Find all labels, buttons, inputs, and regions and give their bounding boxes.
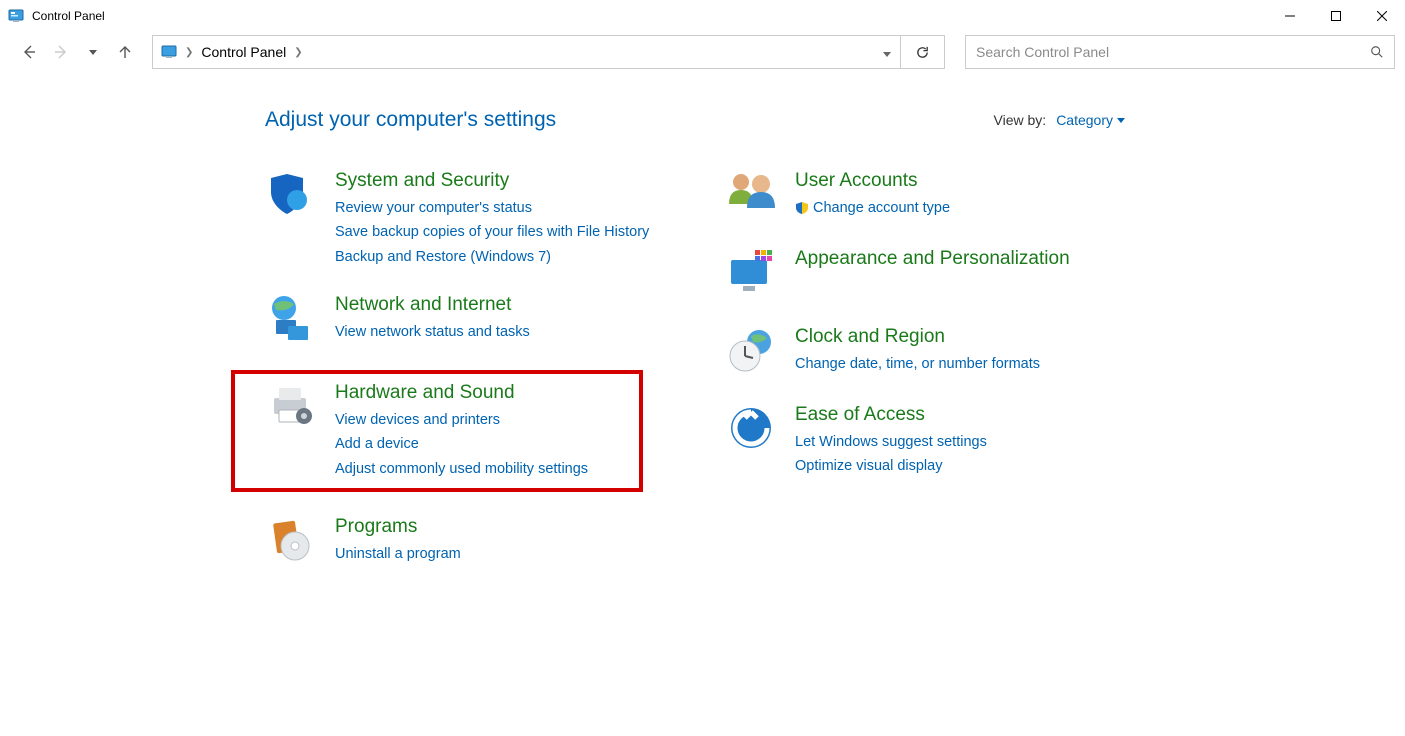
view-by-label: View by:	[994, 112, 1047, 128]
category-user-accounts: User Accounts Change account type	[725, 168, 1125, 224]
category-appearance-and-personalization: Appearance and Personalization	[725, 246, 1125, 302]
view-by-dropdown[interactable]: Category	[1056, 112, 1125, 128]
category-title[interactable]: Hardware and Sound	[335, 382, 588, 405]
content-area: Adjust your computer's settings View by:…	[0, 72, 1405, 570]
category-link[interactable]: Backup and Restore (Windows 7)	[335, 246, 649, 268]
clock-globe-icon[interactable]	[725, 326, 777, 378]
page-heading: Adjust your computer's settings	[265, 108, 556, 132]
category-clock-and-region: Clock and Region Change date, time, or n…	[725, 324, 1125, 380]
back-button[interactable]	[20, 43, 38, 61]
breadcrumb-separator[interactable]: ❯	[294, 47, 302, 58]
category-network-and-internet: Network and Internet View network status…	[265, 292, 665, 348]
category-link[interactable]: Optimize visual display	[795, 455, 987, 477]
up-button[interactable]	[116, 43, 134, 61]
category-link[interactable]: View network status and tasks	[335, 321, 530, 343]
search-box[interactable]	[965, 35, 1395, 69]
category-title[interactable]: Programs	[335, 516, 461, 539]
category-title[interactable]: Network and Internet	[335, 294, 530, 317]
category-hardware-and-sound: Hardware and Sound View devices and prin…	[231, 370, 643, 492]
nav-row: ❯ Control Panel ❯	[0, 32, 1405, 72]
users-icon[interactable]	[725, 170, 777, 222]
ease-of-access-icon[interactable]	[725, 404, 777, 456]
breadcrumb-separator[interactable]: ❯	[185, 47, 193, 58]
category-link[interactable]: View devices and printers	[335, 409, 588, 431]
shield-icon[interactable]	[265, 170, 317, 222]
monitor-colors-icon[interactable]	[725, 248, 777, 300]
category-column-left: System and Security Review your computer…	[265, 168, 665, 570]
disc-box-icon[interactable]	[265, 516, 317, 568]
maximize-button[interactable]	[1313, 0, 1359, 31]
category-title[interactable]: Clock and Region	[795, 326, 1040, 349]
forward-button[interactable]	[52, 43, 70, 61]
category-link[interactable]: Adjust commonly used mobility settings	[335, 458, 588, 480]
category-column-right: User Accounts Change account type	[725, 168, 1125, 570]
category-link[interactable]: Let Windows suggest settings	[795, 431, 987, 453]
refresh-button[interactable]	[900, 36, 944, 68]
address-bar[interactable]: ❯ Control Panel ❯	[152, 35, 945, 69]
window-controls	[1267, 0, 1405, 31]
control-panel-icon	[8, 8, 24, 24]
category-title[interactable]: User Accounts	[795, 170, 950, 193]
title-bar: Control Panel	[0, 0, 1405, 32]
uac-shield-icon	[795, 201, 809, 215]
category-title[interactable]: Ease of Access	[795, 404, 987, 427]
category-link[interactable]: Add a device	[335, 433, 588, 455]
category-link[interactable]: Change date, time, or number formats	[795, 353, 1040, 375]
recent-locations-button[interactable]	[84, 43, 102, 61]
minimize-button[interactable]	[1267, 0, 1313, 31]
category-title[interactable]: Appearance and Personalization	[795, 248, 1070, 271]
category-link[interactable]: Save backup copies of your files with Fi…	[335, 221, 649, 243]
category-system-and-security: System and Security Review your computer…	[265, 168, 665, 270]
category-programs: Programs Uninstall a program	[265, 514, 665, 570]
printer-icon[interactable]	[265, 382, 317, 434]
category-link[interactable]: Review your computer's status	[335, 197, 649, 219]
address-bar-icon	[161, 44, 177, 60]
category-ease-of-access: Ease of Access Let Windows suggest setti…	[725, 402, 1125, 480]
close-button[interactable]	[1359, 0, 1405, 31]
search-icon[interactable]	[1370, 45, 1384, 59]
search-input[interactable]	[976, 44, 1370, 60]
window-title: Control Panel	[32, 9, 105, 23]
category-link[interactable]: Uninstall a program	[335, 543, 461, 565]
category-title[interactable]: System and Security	[335, 170, 649, 193]
globe-network-icon[interactable]	[265, 294, 317, 346]
breadcrumb-item[interactable]: Control Panel	[201, 44, 286, 60]
address-history-dropdown[interactable]	[874, 44, 900, 60]
category-link[interactable]: Change account type	[795, 197, 950, 219]
